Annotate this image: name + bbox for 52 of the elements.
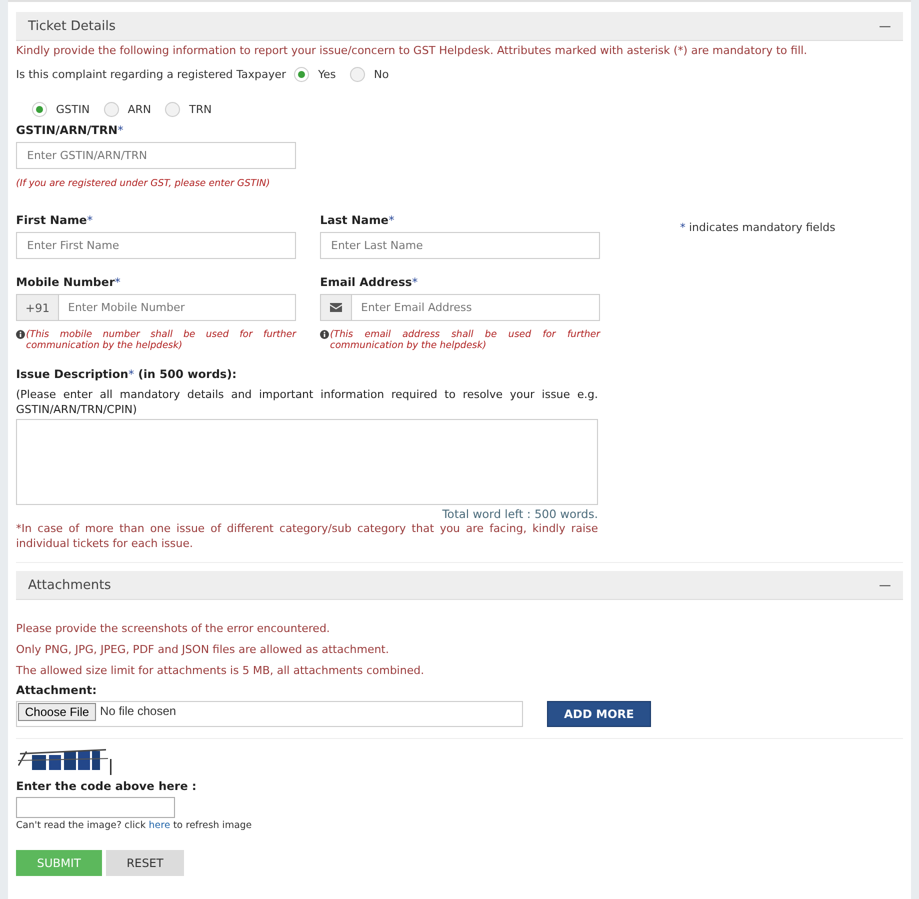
- section-title: Attachments: [28, 578, 111, 592]
- radio-label: TRN: [189, 103, 212, 116]
- radio-button[interactable]: [294, 67, 310, 82]
- field-label: First Name*: [16, 213, 94, 227]
- input-field[interactable]: Enter Email Address: [352, 294, 600, 321]
- radio-button[interactable]: [32, 102, 47, 117]
- choose-file-button[interactable]: Choose File: [18, 703, 96, 721]
- radio-button[interactable]: [104, 102, 119, 117]
- field-label: GSTIN/ARN/TRN*: [16, 123, 124, 137]
- envelope-icon: [330, 303, 342, 312]
- info-text: Only PNG, JPG, JPEG, PDF and JSON files are allowed as attachment.: [16, 643, 390, 656]
- radio-label: GSTIN: [56, 103, 90, 116]
- radio-label: No: [374, 68, 389, 81]
- input-field[interactable]: [16, 797, 175, 818]
- input-field[interactable]: Enter GSTIN/ARN/TRN: [16, 142, 296, 169]
- field-label: Issue Description* (in 500 words):: [16, 367, 238, 381]
- field-note: (This email address shall be used for further communication by the helpdesk): [330, 329, 600, 351]
- phone-prefix: +91: [16, 294, 59, 321]
- collapse-toggle[interactable]: —: [879, 578, 891, 592]
- collapse-toggle[interactable]: —: [879, 19, 891, 33]
- footnote-text: *In case of more than one issue of different category/sub category that you are facing, kindly raise individual tickets for each issue.: [16, 521, 598, 551]
- refresh-link[interactable]: here: [148, 820, 170, 831]
- radio-label: Yes: [318, 68, 336, 81]
- field-instructions: (Please enter all mandatory details and important information required to resolve your issue e.g. GSTIN/ARN/TRN/CPIN): [16, 387, 598, 417]
- input-field[interactable]: Enter Last Name: [320, 232, 600, 259]
- radio-button[interactable]: [350, 67, 365, 82]
- field-label: Last Name*: [320, 213, 396, 227]
- input-field[interactable]: Enter Mobile Number: [59, 294, 296, 321]
- field-label: Mobile Number*: [16, 275, 122, 289]
- text-area[interactable]: [16, 419, 598, 505]
- captcha-hint: Can't read the image? click here to refresh image: [16, 820, 253, 831]
- info-icon: [16, 330, 25, 339]
- info-text: The allowed size limit for attachments is 5 MB, all attachments combined.: [16, 664, 426, 677]
- info-text: Please provide the screenshots of the error encountered.: [16, 622, 331, 635]
- field-label: Enter the code above here :: [16, 779, 198, 793]
- field-note: (This mobile number shall be used for further communication by the helpdesk): [26, 329, 296, 351]
- field-hint: (If you are registered under GST, please enter GSTIN): [16, 178, 271, 189]
- radio-label: ARN: [128, 103, 152, 116]
- section-title: Ticket Details: [28, 18, 116, 34]
- question-label: Is this complaint regarding a registered Taxpayer: [16, 68, 286, 81]
- file-input[interactable]: Choose File No file chosen: [16, 701, 523, 727]
- field-label: Attachment:: [16, 683, 98, 697]
- instruction-text: Kindly provide the following information to report your issue/concern to GST Helpdesk. Attributes marked with asterisk (*) are mandatory to fill.: [16, 44, 808, 57]
- info-icon: [320, 330, 329, 339]
- word-counter: Total word left : 500 words.: [441, 507, 598, 521]
- input-field[interactable]: Enter First Name: [16, 232, 296, 259]
- reset-button[interactable]: RESET: [106, 850, 184, 876]
- add-more-button[interactable]: ADD MORE: [547, 701, 651, 727]
- file-status: No file chosen: [100, 703, 176, 718]
- field-label: Email Address*: [320, 275, 419, 289]
- mandatory-note: * indicates mandatory fields: [680, 221, 836, 234]
- radio-button[interactable]: [165, 102, 180, 117]
